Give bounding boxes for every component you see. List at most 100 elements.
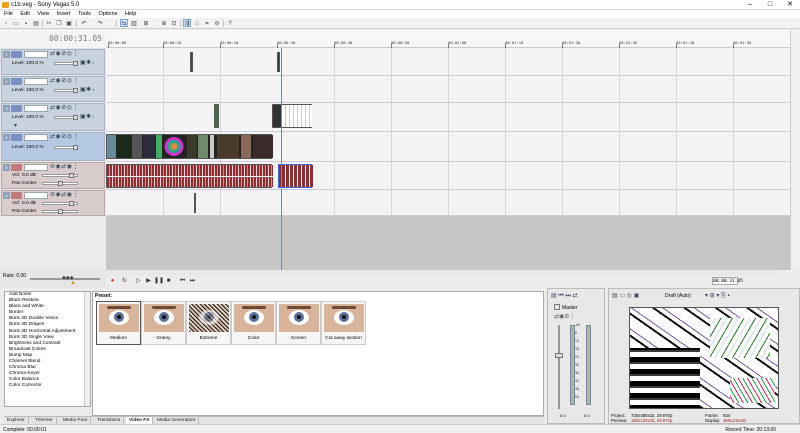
pan-slider[interactable] <box>42 181 78 186</box>
track-name-field[interactable] <box>24 134 48 141</box>
undo-icon[interactable]: ↶ <box>80 19 88 27</box>
video-fx-list[interactable]: Add Noise Black Restore Black and White … <box>4 291 91 407</box>
vertical-scrollbar[interactable] <box>790 30 800 270</box>
menu-help[interactable]: Help <box>122 10 139 18</box>
master-fader-knob[interactable] <box>555 353 563 358</box>
stop-icon[interactable]: ■ <box>164 277 173 285</box>
audio-clip[interactable] <box>194 193 196 213</box>
help-icon[interactable]: ? <box>226 19 234 27</box>
minimize-button[interactable]: – <box>743 1 757 9</box>
volume-slider[interactable] <box>42 173 78 178</box>
copy-icon[interactable]: ❐ <box>55 19 63 27</box>
empty-track-area[interactable] <box>106 216 790 270</box>
track-fx-icons[interactable]: ⇄◉⊘◎⋮ <box>50 51 79 58</box>
selected-audio-clip[interactable] <box>278 164 313 188</box>
loop-icon[interactable]: ↻ <box>120 277 129 285</box>
track-name-field[interactable] <box>24 105 48 112</box>
preview-options-icons[interactable]: ▾ ⊞ ▾ ⎘ ▪ <box>705 292 730 300</box>
menu-file[interactable]: File <box>1 10 16 18</box>
level-slider[interactable] <box>54 88 78 93</box>
track-fx-icons[interactable]: ⊘◉⇄◉⋮ <box>50 192 79 199</box>
maximize-button[interactable]: □ <box>763 1 777 9</box>
selection-icon[interactable]: ⊞ <box>142 19 150 27</box>
preset-extreme[interactable]: Extreme <box>186 301 231 345</box>
save-icon[interactable]: ▪ <box>22 19 30 27</box>
ignore-grouping-icon[interactable]: ⌗ <box>203 19 211 27</box>
redo-icon[interactable]: ↷ <box>96 19 104 27</box>
play-from-start-icon[interactable]: ▷ <box>134 277 143 285</box>
status-record-time: Record Time: 20:13:00 <box>725 427 776 433</box>
auto-ripple-icon[interactable]: ⇶ <box>183 19 191 27</box>
level-slider[interactable] <box>54 145 78 150</box>
list-scrollbar[interactable] <box>84 292 90 406</box>
track-header[interactable]: 2 ⇄◉⊘◎⋮ Level: 100.0 % ▣✱↓ <box>1 76 105 102</box>
playhead-cursor[interactable] <box>281 48 282 270</box>
preset-cut-away-section[interactable]: Cut away section <box>321 301 366 345</box>
track-name-field[interactable] <box>24 164 48 171</box>
track-number: 6 <box>3 192 10 199</box>
audio-track-header[interactable]: 6 ⊘◉⇄◉⋮ Vol: 0.0 dB Pan: Center <box>1 190 105 216</box>
track-fx-icons[interactable]: ⇄◉⊘◎⋮ <box>50 105 79 112</box>
go-to-start-icon[interactable]: ⏮ <box>178 277 187 285</box>
timeline-area[interactable] <box>106 48 790 269</box>
audio-clip[interactable] <box>106 164 273 188</box>
level-slider[interactable] <box>54 115 78 120</box>
volume-slider[interactable] <box>42 201 78 206</box>
expand-icon[interactable]: ▾ <box>14 123 18 130</box>
zoom-out-icon[interactable]: ⊖ <box>213 19 221 27</box>
track-name-field[interactable] <box>24 78 48 85</box>
preset-grainy[interactable]: Grainy <box>141 301 186 345</box>
track-motion-icons[interactable]: ▣✱↓ <box>80 114 95 121</box>
zoom-icon[interactable]: ⊕ <box>160 19 168 27</box>
menu-view[interactable]: View <box>34 10 52 18</box>
menu-edit[interactable]: Edit <box>17 10 32 18</box>
video-clip[interactable] <box>272 104 312 128</box>
preset-screen[interactable]: Screen <box>276 301 321 345</box>
track-header[interactable]: 4 ⇄◉⊘◎⋮ Level: 100.0 % <box>1 132 105 161</box>
master-fx-icons[interactable]: ⇄◉⊘⋮ <box>554 313 575 320</box>
track-motion-icons[interactable]: ▣✱↓ <box>80 60 95 67</box>
timeline-ruler[interactable]: 00:00:00 00:00:10 00:00:20 00:00:30 00:0… <box>106 30 790 48</box>
go-to-end-icon[interactable]: ⏭ <box>188 277 197 285</box>
track-fx-icons[interactable]: ⇄◉⊘◎⋮ <box>50 134 79 141</box>
master-checkbox[interactable] <box>554 304 560 310</box>
level-slider[interactable] <box>54 61 78 66</box>
open-icon[interactable]: ▭ <box>12 19 20 27</box>
lock-icon[interactable]: ⌂ <box>193 19 201 27</box>
pause-icon[interactable]: ❚❚ <box>154 277 164 285</box>
cut-icon[interactable]: ✂ <box>45 19 53 27</box>
record-icon[interactable]: ● <box>108 277 117 285</box>
preset-medium[interactable]: Medium <box>96 301 141 345</box>
master-fader-track[interactable] <box>558 325 560 409</box>
preset-color[interactable]: Color <box>231 301 276 345</box>
video-clip[interactable] <box>106 134 273 159</box>
mixer-toolbar-icons[interactable]: ▤ ⏮ ⏭ ⇄ <box>551 292 578 300</box>
new-icon[interactable]: ▫ <box>2 19 10 27</box>
video-clip[interactable] <box>214 104 219 128</box>
preview-quality-dropdown[interactable]: Draft (Auto) <box>665 293 691 299</box>
normal-edit-icon[interactable]: ⇆ <box>120 19 128 27</box>
ruler-label: 00:00:00 <box>108 40 127 45</box>
track-fx-icons[interactable]: ⊘◉⇄◉⋮ <box>50 164 79 171</box>
track-fx-icons[interactable]: ⇄◉⊘◎⋮ <box>50 78 79 85</box>
play-icon[interactable]: ▶ <box>144 277 153 285</box>
track-header[interactable]: 3 ⇄◉⊘◎⋮ Level: 100.0 % ▣✱↓ ▾ <box>1 103 105 131</box>
video-clip[interactable] <box>190 52 193 72</box>
video-clip[interactable] <box>277 52 280 72</box>
track-name-field[interactable] <box>24 51 48 58</box>
menu-options[interactable]: Options <box>95 10 120 18</box>
track-header[interactable]: 1 ⇄◉⊘◎⋮ Level: 100.0 % ▣✱↓ <box>1 49 105 75</box>
close-button[interactable]: ✕ <box>783 1 797 9</box>
preview-toolbar-icons[interactable]: ▤ ▭ ◎ ▣ <box>612 292 639 299</box>
properties-icon[interactable]: ▤ <box>32 19 40 27</box>
list-item[interactable]: Color Corrector <box>5 383 90 389</box>
track-name-field[interactable] <box>24 192 48 199</box>
menu-insert[interactable]: Insert <box>54 10 74 18</box>
pan-slider[interactable] <box>42 209 78 214</box>
envelope-icon[interactable]: ▥ <box>130 19 138 27</box>
menu-tools[interactable]: Tools <box>75 10 94 18</box>
audio-track-header[interactable]: 5 ⊘◉⇄◉⋮ Vol: 0.0 dB Pan: Center <box>1 162 105 189</box>
track-motion-icons[interactable]: ▣✱↓ <box>80 87 95 94</box>
snap-icon[interactable]: ⊡ <box>170 19 178 27</box>
paste-icon[interactable]: ▣ <box>65 19 73 27</box>
